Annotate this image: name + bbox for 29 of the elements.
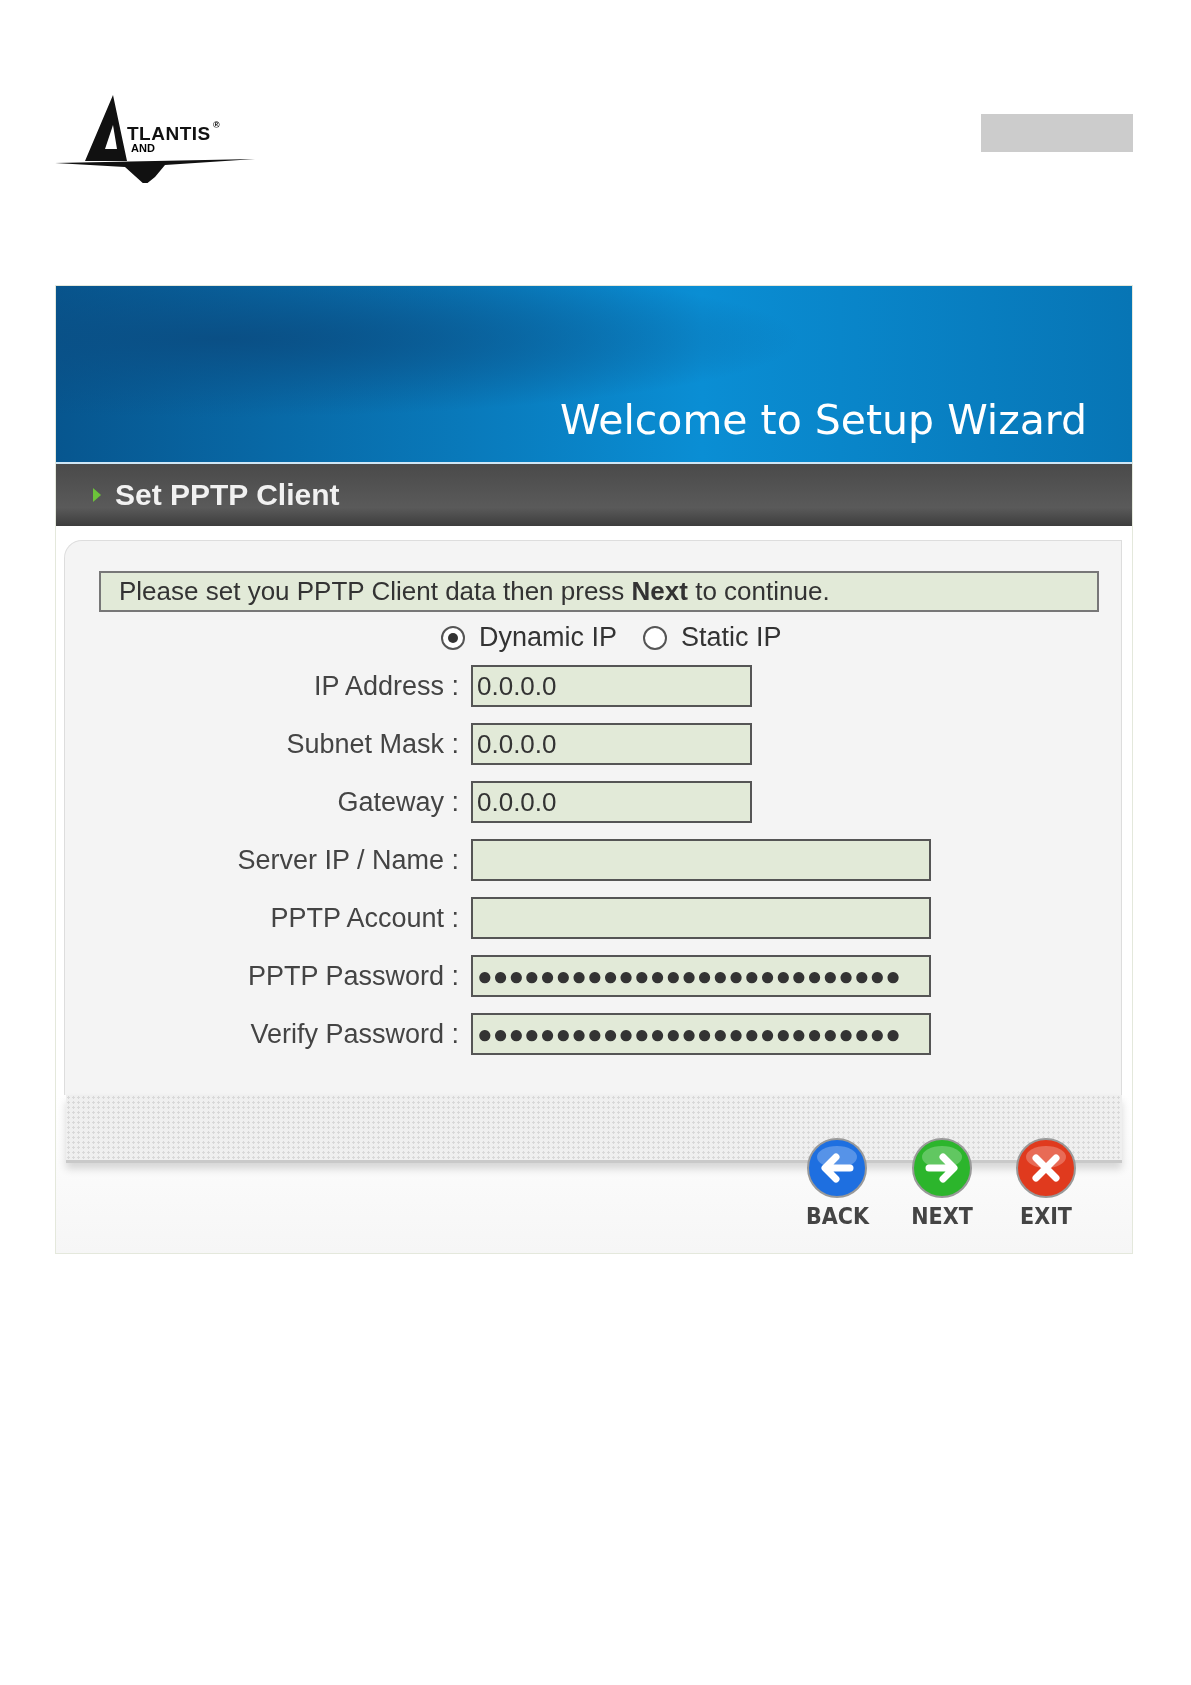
back-button[interactable]: BACK: [806, 1137, 869, 1229]
field-label: Gateway :: [336, 786, 459, 818]
logo-subtext: AND: [131, 143, 155, 154]
input-field[interactable]: [471, 839, 931, 881]
input-field[interactable]: ●●●●●●●●●●●●●●●●●●●●●●●●●●●: [471, 955, 931, 997]
field-label: Server IP / Name :: [236, 844, 459, 876]
close-icon: [1015, 1137, 1077, 1199]
logo-text: TLANTIS: [127, 123, 211, 144]
input-field[interactable]: [471, 897, 931, 939]
input-field[interactable]: 0.0.0.0: [471, 723, 752, 765]
notice-text: Please set you PPTP Client data then press Next to continue.: [99, 571, 1099, 612]
radio-label: Static IP: [681, 622, 782, 653]
next-button[interactable]: NEXT: [911, 1137, 973, 1229]
field-label: PPTP Account :: [269, 902, 459, 934]
section-title: Set PPTP Client: [115, 478, 340, 512]
banner-title: Welcome to Setup Wizard: [560, 396, 1087, 444]
field-label: IP Address :: [312, 670, 459, 702]
field-label: PPTP Password :: [246, 960, 459, 992]
field-label: Verify Password :: [249, 1018, 459, 1050]
radio-label: Dynamic IP: [479, 622, 618, 653]
radio-button[interactable]: [441, 625, 465, 650]
registered-mark: ®: [213, 120, 220, 130]
exit-button[interactable]: EXIT: [1015, 1137, 1077, 1229]
input-field[interactable]: 0.0.0.0: [471, 665, 752, 707]
input-field[interactable]: 0.0.0.0: [471, 781, 752, 823]
radio-button[interactable]: [643, 625, 668, 650]
field-label: Subnet Mask :: [285, 728, 459, 760]
triangle-icon: [93, 488, 101, 502]
input-field[interactable]: ●●●●●●●●●●●●●●●●●●●●●●●●●●●: [471, 1013, 931, 1055]
